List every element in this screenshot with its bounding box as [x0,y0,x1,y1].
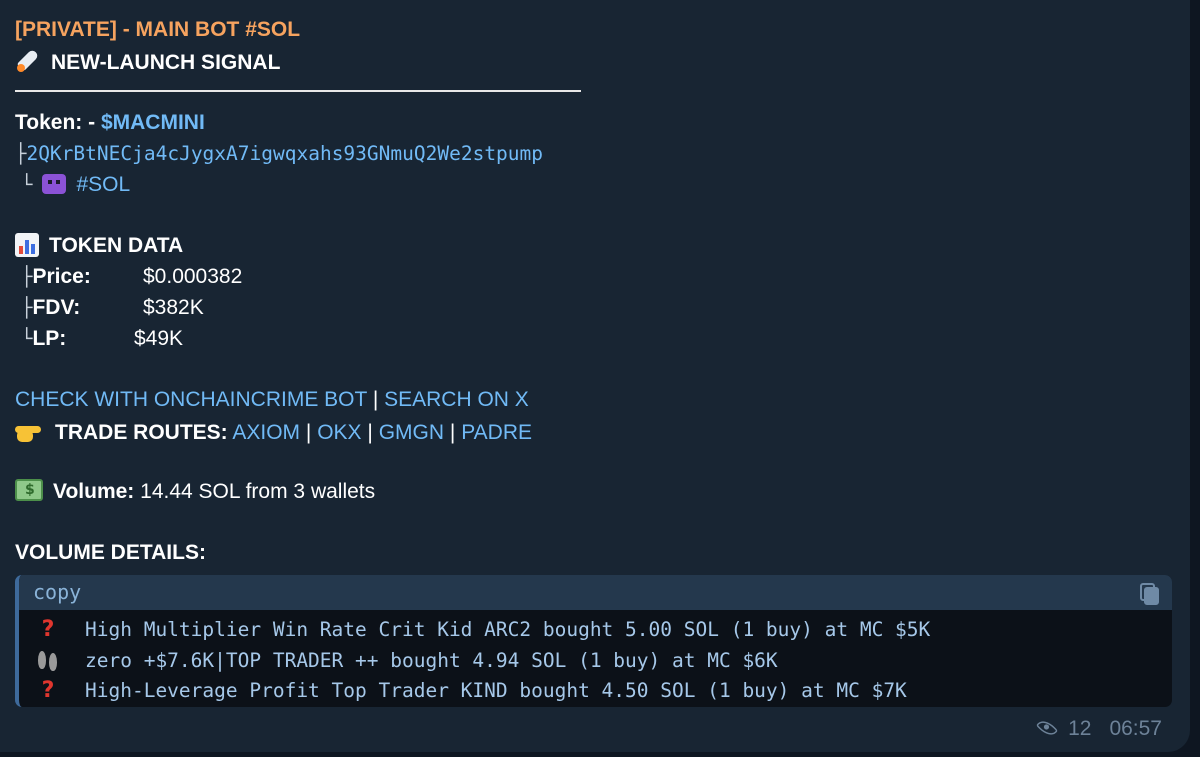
lp-label: LP: [32,327,67,350]
volume-code-block[interactable]: copy ? High Multiplier Win Rate Crit Kid … [15,575,1172,707]
eye-icon [1035,716,1059,740]
view-count: 12 [1068,717,1092,740]
code-line: ? High-Leverage Profit Top Trader KIND bo… [37,678,907,704]
signal-title-row: NEW-LAUNCH SIGNAL [15,48,280,76]
signal-title: NEW-LAUNCH SIGNAL [51,51,281,74]
route-gmgn-link[interactable]: GMGN [379,421,444,444]
trade-routes-row: TRADE ROUTES: AXIOM | OKX | GMGN | PADRE [15,418,532,446]
code-line-text: zero +$7.6K|TOP TRADER ++ bought 4.94 SO… [85,649,778,672]
pipe-separator: | [367,421,373,444]
message-time: 06:57 [1109,717,1162,740]
token-data-header: TOKEN DATA [15,233,183,259]
code-line: zero +$7.6K|TOP TRADER ++ bought 4.94 SO… [37,648,778,674]
code-language-label: copy [33,580,82,604]
pointing-hand-icon [15,418,45,444]
fdv-value: $382K [143,296,204,319]
route-okx-link[interactable]: OKX [317,421,361,444]
check-bot-link[interactable]: CHECK WITH ONCHAINCRIME BOT [15,388,367,411]
pipe-separator: | [305,421,312,444]
tree-end: └ [21,174,33,196]
contract-address[interactable]: 2QKrBtNECja4cJygxA7igwqxahs93GNmuQ2We2st… [26,142,543,165]
pipe-separator: | [449,421,456,444]
token-prefix: - [82,111,101,134]
volume-value: 14.44 SOL from 3 wallets [140,480,376,503]
volume-label: Volume: [53,480,135,503]
tree-branch: ├ [21,297,33,319]
links-row: CHECK WITH ONCHAINCRIME BOT | SEARCH ON … [15,387,529,413]
tree-end: └ [21,328,33,350]
price-row: ├Price: $0.000382 [15,264,242,290]
price-value: $0.000382 [143,265,243,288]
bar-chart-icon [15,233,39,257]
token-symbol-link[interactable]: $MACMINI [101,111,205,134]
code-line-text: High Multiplier Win Rate Crit Kid ARC2 b… [85,618,931,641]
price-label: Price: [32,265,91,288]
code-line: ? High Multiplier Win Rate Crit Kid ARC2 … [37,617,931,643]
token-row: Token: - $MACMINI [15,110,205,136]
footprints-icon [37,649,59,671]
question-mark-icon: ? [41,678,55,703]
chain-row: └ #SOL [15,172,130,198]
pipe-separator: | [372,388,379,411]
contract-row: ├2QKrBtNECja4cJygxA7igwqxahs93GNmuQ2We2s… [15,141,543,167]
tree-branch: ├ [15,143,27,165]
channel-title[interactable]: [PRIVATE] - MAIN BOT #SOL [15,17,300,43]
fdv-label: FDV: [32,296,81,319]
fdv-row: ├FDV: $382K [15,295,204,321]
code-line-text: High-Leverage Profit Top Trader KIND bou… [85,679,907,702]
lp-value: $49K [134,327,184,350]
copy-icon[interactable] [1140,583,1159,605]
route-axiom-link[interactable]: AXIOM [232,421,300,444]
volume-details-title: VOLUME DETAILS: [15,541,206,564]
code-block-header: copy [19,575,1172,610]
money-icon [15,479,43,501]
alien-monster-icon [42,174,67,194]
question-mark-icon: ? [41,617,55,642]
message-bubble: [PRIVATE] - MAIN BOT #SOL NEW-LAUNCH SIG… [0,0,1190,752]
divider-line [15,90,581,92]
chain-hashtag[interactable]: #SOL [76,173,130,196]
rocket-icon [15,48,41,74]
token-label: Token: [15,111,83,134]
message-meta: 12 06:57 [1034,716,1162,742]
search-x-link[interactable]: SEARCH ON X [384,388,529,411]
trade-routes-label: TRADE ROUTES: [55,421,228,444]
volume-row: Volume: 14.44 SOL from 3 wallets [15,479,375,505]
lp-row: └LP: $49K [15,326,183,352]
tree-branch: ├ [21,266,33,288]
route-padre-link[interactable]: PADRE [461,421,532,444]
token-data-title: TOKEN DATA [49,234,184,257]
